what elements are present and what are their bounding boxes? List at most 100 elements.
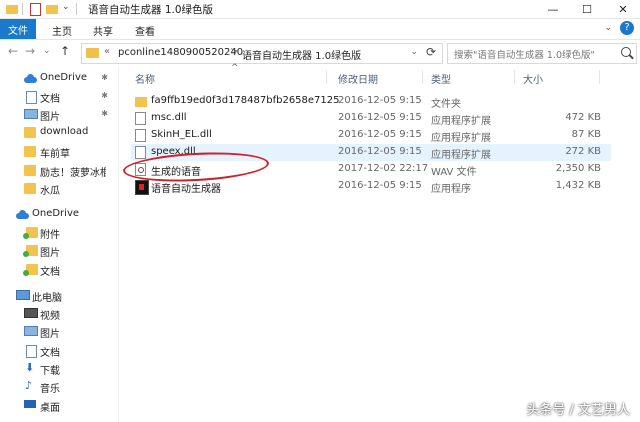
address-bar[interactable]: « pconline1480900520240 > 语音自动生成器 1.0绿色版…	[81, 43, 443, 64]
pin-icon: ✱	[101, 91, 108, 100]
forward-button[interactable]: →	[25, 44, 35, 58]
column-header-name[interactable]: 名称	[135, 71, 155, 86]
breadcrumb-overflow[interactable]: «	[104, 46, 110, 57]
file-row[interactable]: SkinH_EL.dll 2016-12-05 9:15 应用程序扩展 87 K…	[131, 127, 611, 144]
folder-sync-icon	[23, 227, 38, 239]
folder-sync-icon	[23, 245, 38, 257]
dll-file-icon	[135, 112, 146, 125]
sidebar-item-cheqiancao[interactable]: 车前草	[0, 143, 118, 161]
sidebar-item-music[interactable]: ♪ 音乐	[0, 378, 118, 396]
column-divider[interactable]	[326, 70, 327, 84]
sidebar-item-shuigua[interactable]: 水瓜	[0, 180, 118, 198]
download-icon: ⬇	[25, 361, 35, 374]
sidebar-item-label: download	[40, 126, 89, 137]
column-header-type[interactable]: 类型	[431, 71, 451, 86]
up-button[interactable]: ↑	[60, 44, 70, 58]
sidebar-item-documents-quick[interactable]: 文档 ✱	[0, 88, 118, 106]
file-type: 应用程序扩展	[431, 133, 491, 144]
file-modified: 2016-12-05 9:15	[338, 95, 422, 106]
sidebar-item-onedrive-documents[interactable]: 文档	[0, 261, 118, 279]
recent-locations-icon[interactable]: ⌄	[43, 46, 51, 56]
breadcrumb-item-current[interactable]: 语音自动生成器 1.0绿色版	[242, 47, 361, 62]
maximize-button[interactable]: ☐	[570, 0, 604, 18]
minimize-button[interactable]: —	[536, 0, 570, 18]
file-row[interactable]: msc.dll 2016-12-05 9:15 应用程序扩展 472 KB	[131, 110, 611, 127]
column-header-size[interactable]: 大小	[523, 71, 543, 86]
ribbon-expand-icon[interactable]: ⌄	[604, 23, 612, 33]
sidebar-item-label: OneDrive	[40, 72, 88, 83]
sidebar-item-label: OneDrive	[32, 208, 80, 219]
tab-file[interactable]: 文件	[0, 19, 36, 39]
sidebar-item-label: 音乐	[40, 384, 60, 395]
search-box[interactable]: 搜索"语音自动生成器 1.0绿色版"	[447, 43, 637, 64]
file-name: SkinH_EL.dll	[151, 129, 212, 140]
sidebar-item-videos[interactable]: 视频	[0, 305, 118, 323]
folder-icon	[24, 165, 36, 176]
file-row[interactable]: fa9ffb19ed0f3d178487bfb2658e7125 2016-12…	[131, 93, 611, 110]
pin-icon: ✱	[101, 73, 108, 82]
dll-file-icon	[135, 129, 146, 142]
sidebar-item-onedrive-quick[interactable]: OneDrive ✱	[0, 70, 118, 88]
sidebar-item-label: 图片	[40, 112, 60, 123]
file-modified: 2016-12-05 9:15	[338, 146, 422, 157]
cloud-icon	[16, 209, 29, 220]
file-modified: 2017-12-02 22:17	[338, 163, 429, 174]
app-icon	[135, 180, 149, 195]
close-button[interactable]: ✕	[606, 0, 640, 18]
navigation-bar: ← → ⌄ ↑ « pconline1480900520240 > 语音自动生成…	[0, 40, 640, 66]
picture-icon	[24, 109, 38, 119]
file-name: msc.dll	[151, 112, 187, 123]
sidebar-item-documents[interactable]: 文档	[0, 342, 118, 360]
sidebar-item-pictures[interactable]: 图片	[0, 323, 118, 341]
column-divider[interactable]	[514, 70, 515, 84]
sidebar-item-desktop[interactable]: 桌面	[0, 397, 118, 415]
folder-sync-icon	[23, 264, 38, 276]
file-size: 2,350 KB	[555, 163, 601, 174]
sidebar-item-onedrive-pictures[interactable]: 图片	[0, 242, 118, 260]
search-icon[interactable]	[621, 47, 631, 57]
breadcrumb-separator[interactable]: >	[230, 46, 238, 57]
sidebar-item-this-pc[interactable]: 此电脑	[0, 287, 118, 305]
tab-home[interactable]: 主页	[52, 23, 72, 38]
sidebar-item-label: 附件	[40, 230, 60, 241]
sidebar-item-label: 文档	[40, 94, 60, 105]
video-icon	[24, 308, 38, 318]
address-dropdown-icon[interactable]: ⌄	[410, 47, 418, 57]
ribbon-tabs: 文件 主页 共享 查看 ⌄ ?	[0, 19, 640, 40]
search-placeholder: 搜索"语音自动生成器 1.0绿色版"	[454, 50, 595, 61]
sidebar-item-label: 此电脑	[32, 293, 62, 304]
properties-icon[interactable]	[30, 3, 41, 16]
back-button[interactable]: ←	[8, 44, 18, 58]
sidebar-item-label: 图片	[40, 329, 60, 340]
watermark: 头条号 / 文艺男人	[526, 403, 630, 418]
tab-view[interactable]: 查看	[135, 23, 155, 38]
sidebar-item-lizhi[interactable]: 励志！菠萝冰棍	[0, 162, 118, 180]
sidebar-item-downloads[interactable]: ⬇ 下载	[0, 360, 118, 378]
sort-ascending-icon: ^	[231, 63, 239, 73]
navigation-pane: OneDrive ✱ 文档 ✱ 图片 ✱ download 车前草 励志！菠萝冰…	[0, 66, 119, 422]
refresh-icon[interactable]: ⟳	[426, 45, 436, 59]
sidebar-item-label: 水瓜	[40, 186, 60, 197]
qa-divider-2	[76, 3, 77, 15]
sidebar-item-attachments[interactable]: 附件	[0, 224, 118, 242]
dll-file-icon	[135, 146, 146, 159]
file-type: 应用程序扩展	[431, 150, 491, 161]
new-folder-icon[interactable]	[46, 5, 58, 14]
folder-app-icon	[6, 5, 18, 14]
sidebar-item-download[interactable]: download	[0, 124, 118, 142]
column-divider[interactable]	[599, 70, 600, 84]
sidebar-item-pictures-quick[interactable]: 图片 ✱	[0, 106, 118, 124]
qa-customize-icon[interactable]: ⌄	[62, 2, 70, 14]
sidebar-item-onedrive[interactable]: OneDrive	[0, 206, 118, 224]
breadcrumb-item-parent[interactable]: pconline1480900520240	[118, 47, 243, 58]
column-header-modified[interactable]: 修改日期	[338, 71, 378, 86]
file-type: 应用程序扩展	[431, 116, 491, 127]
window-title: 语音自动生成器 1.0绿色版	[88, 4, 214, 16]
file-type: 文件夹	[431, 99, 461, 110]
file-size: 472 KB	[565, 112, 601, 123]
file-modified: 2016-12-05 9:15	[338, 180, 422, 191]
help-icon[interactable]: ?	[620, 21, 634, 35]
music-icon: ♪	[25, 379, 33, 392]
column-divider[interactable]	[422, 70, 423, 84]
tab-share[interactable]: 共享	[93, 23, 113, 38]
